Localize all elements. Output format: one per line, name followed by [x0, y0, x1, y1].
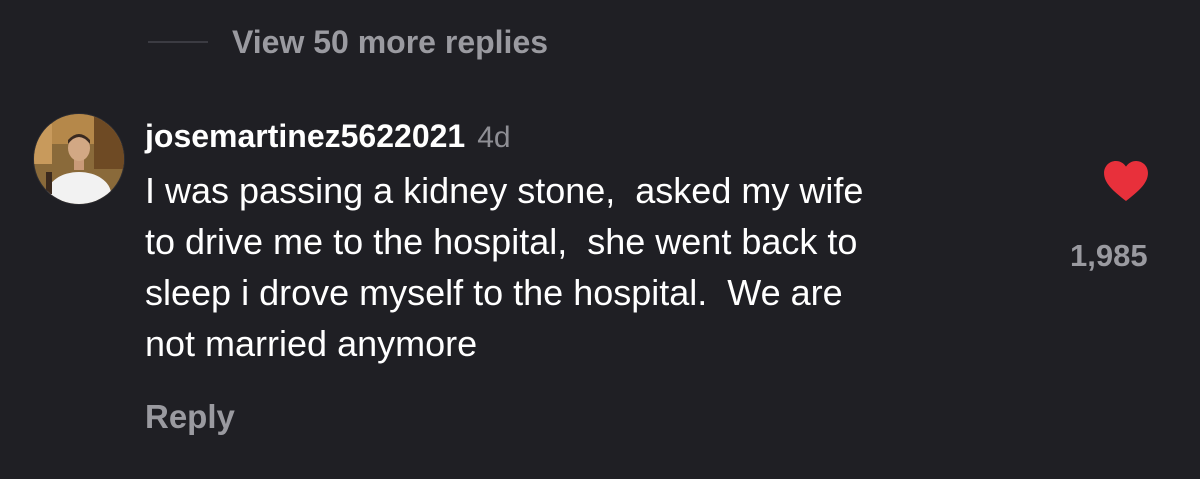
- comment-text: I was passing a kidney stone, asked my w…: [145, 165, 1045, 369]
- comment-text-line: sleep i drove myself to the hospital. We…: [145, 272, 843, 313]
- avatar-photo: [34, 114, 124, 204]
- reply-button[interactable]: Reply: [145, 398, 235, 436]
- heart-icon[interactable]: [1103, 160, 1149, 207]
- comment: josemartinez5622021 4d I was passing a k…: [145, 118, 1045, 369]
- comment-text-line: I was passing a kidney stone, asked my w…: [145, 170, 864, 211]
- avatar[interactable]: [33, 113, 125, 205]
- view-more-replies-label: View 50 more replies: [232, 23, 549, 60]
- comment-text-line: to drive me to the hospital, she went ba…: [145, 221, 858, 262]
- thread-divider-line: [148, 41, 208, 43]
- comment-text-line: not married anymore: [145, 323, 478, 364]
- view-more-replies-button[interactable]: View 50 more replies: [148, 20, 548, 64]
- like-count: 1,985: [1070, 238, 1148, 273]
- comment-username[interactable]: josemartinez5622021: [145, 118, 465, 155]
- like-control: 1,985: [1070, 160, 1162, 273]
- comment-timestamp: 4d: [477, 121, 511, 154]
- comment-meta: josemartinez5622021 4d: [145, 118, 1045, 162]
